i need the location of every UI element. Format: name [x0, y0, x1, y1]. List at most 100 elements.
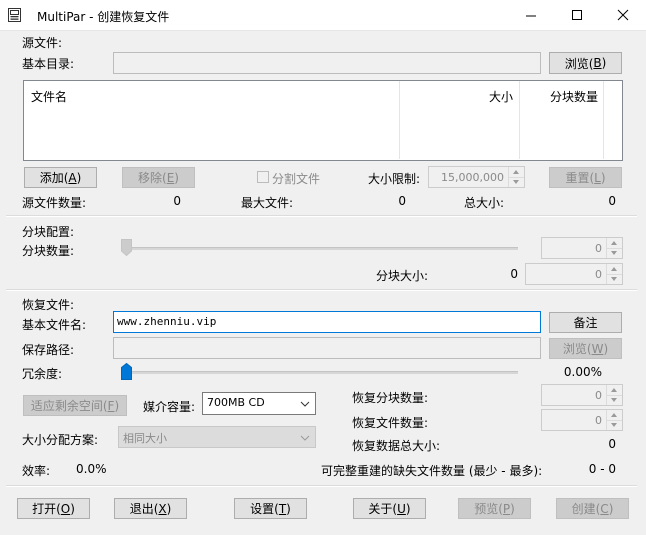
spin-down-arrow[interactable] [509, 177, 524, 187]
close-button[interactable] [600, 0, 646, 30]
source-browse-button[interactable]: 浏览(B) [549, 52, 622, 74]
column-header-size[interactable]: 大小 [489, 88, 513, 105]
open-button[interactable]: 打开(O) [17, 498, 90, 519]
fit-space-key: F [107, 398, 115, 413]
spin-down-arrow[interactable] [607, 274, 622, 284]
redundancy-label: 冗余度: [22, 367, 63, 381]
size-limit-arrows[interactable] [508, 167, 524, 187]
block-count-slider-thumb[interactable] [121, 239, 132, 257]
size-distribution-label: 大小分配方案: [22, 433, 99, 447]
column-header-filename[interactable]: 文件名 [31, 88, 67, 105]
total-size-label: 总大小: [464, 196, 505, 210]
create-button[interactable]: 创建(C) [556, 498, 629, 519]
recovery-blocks-spinner[interactable]: 0 [541, 384, 623, 406]
save-browse-key: W [591, 341, 604, 356]
block-count-arrows[interactable] [606, 238, 622, 258]
create-label: 创建( [571, 502, 601, 516]
column-separator [399, 81, 400, 159]
reset-button[interactable]: 重置(L) [549, 167, 622, 188]
create-key: C [600, 501, 609, 516]
base-name-label: 基本文件名: [22, 318, 87, 332]
add-button[interactable]: 添加(A) [24, 167, 97, 188]
arrow-down-icon [611, 277, 617, 281]
block-size-spinner[interactable]: 0 [525, 263, 623, 285]
size-limit-spinner[interactable]: 15,000,000 [428, 166, 525, 188]
window-title: MultiPar - 创建恢复文件 [37, 10, 170, 24]
arrow-up-icon [611, 388, 617, 392]
chevron-down-icon [300, 398, 310, 411]
open-key: O [60, 501, 71, 516]
block-size-arrows[interactable] [606, 264, 622, 284]
recovery-files-spinner[interactable]: 0 [541, 409, 623, 431]
comment-button[interactable]: 备注 [549, 312, 622, 333]
paren-close: ) [76, 170, 82, 185]
redundancy-slider-track[interactable] [124, 371, 518, 374]
source-browse-label: 浏览( [564, 56, 594, 71]
recovery-total-size-label: 恢复数据总大小: [352, 439, 441, 453]
total-size-value: 0 [608, 194, 616, 208]
size-limit-value: 15,000,000 [441, 171, 504, 184]
paren-close: ) [608, 501, 614, 516]
base-dir-input[interactable] [113, 52, 541, 74]
base-dir-label: 基本目录: [22, 57, 75, 71]
exit-button[interactable]: 退出(X) [114, 498, 187, 519]
block-count-value: 0 [595, 242, 602, 255]
minimize-button[interactable] [508, 0, 554, 30]
paren-close: ) [286, 501, 291, 516]
size-distribution-select[interactable]: 相同大小 [118, 426, 316, 448]
title-bar-divider [0, 30, 646, 31]
paren-close: ) [174, 170, 179, 185]
split-files-label: 分割文件 [272, 172, 321, 186]
redundancy-slider-thumb[interactable] [121, 362, 132, 380]
max-file-value: 0 [398, 194, 406, 208]
add-key: A [68, 170, 77, 185]
recovery-files-arrows[interactable] [606, 410, 622, 430]
arrow-up-icon [611, 413, 617, 417]
block-count-label: 分块数量: [22, 244, 75, 258]
source-file-list[interactable]: 文件名 大小 分块数量 [23, 80, 623, 161]
source-browse-key: B [593, 56, 602, 70]
paren-close: ) [70, 501, 75, 516]
paren-close: ) [603, 341, 609, 356]
arrow-up-icon [513, 170, 519, 174]
paren-close: ) [510, 501, 515, 516]
block-size-label: 分块大小: [376, 269, 429, 283]
spin-down-arrow[interactable] [607, 248, 622, 258]
reset-key: L [594, 170, 601, 185]
fit-free-space-button[interactable]: 适应剩余空间(F) [23, 395, 127, 416]
media-capacity-select[interactable]: 700MB CD [202, 392, 316, 415]
multipar-app-icon [8, 8, 21, 22]
paren-close: ) [405, 501, 411, 516]
block-count-slider-track[interactable] [124, 247, 518, 250]
chevron-down-icon [300, 432, 310, 445]
remove-button[interactable]: 移除(E) [122, 167, 195, 188]
save-browse-label: 浏览( [562, 342, 592, 356]
arrow-down-icon [611, 423, 617, 427]
recovery-files-label: 恢复文件数量: [352, 416, 429, 430]
save-path-input[interactable] [113, 337, 541, 359]
blocks-section-label: 分块配置: [22, 225, 75, 239]
save-path-browse-button[interactable]: 浏览(W) [549, 338, 622, 359]
recovery-blocks-arrows[interactable] [606, 385, 622, 405]
max-file-label: 最大文件: [241, 196, 294, 210]
column-header-block-count[interactable]: 分块数量 [550, 88, 598, 105]
recovery-total-size-value: 0 [608, 437, 616, 451]
column-separator [603, 81, 604, 159]
missing-files-value: 0 - 0 [588, 462, 616, 476]
maximize-button[interactable] [554, 0, 600, 30]
redundancy-value: 0.00% [563, 365, 602, 379]
base-name-input[interactable]: www.zhenniu.vip [113, 311, 541, 333]
save-path-label: 保存路径: [22, 343, 75, 357]
settings-key: T [278, 501, 287, 516]
file-count-value: 0 [173, 194, 181, 208]
open-label: 打开( [32, 502, 61, 516]
settings-button[interactable]: 设置(T) [234, 498, 307, 519]
split-files-checkbox[interactable] [257, 171, 269, 183]
about-button[interactable]: 关于(U) [353, 498, 426, 519]
efficiency-label: 效率: [22, 464, 51, 478]
preview-button[interactable]: 预览(P) [458, 498, 531, 519]
spin-down-arrow[interactable] [607, 420, 622, 430]
block-count-spinner[interactable]: 0 [541, 237, 623, 259]
recovery-files-value: 0 [595, 414, 602, 427]
spin-down-arrow[interactable] [607, 395, 622, 405]
